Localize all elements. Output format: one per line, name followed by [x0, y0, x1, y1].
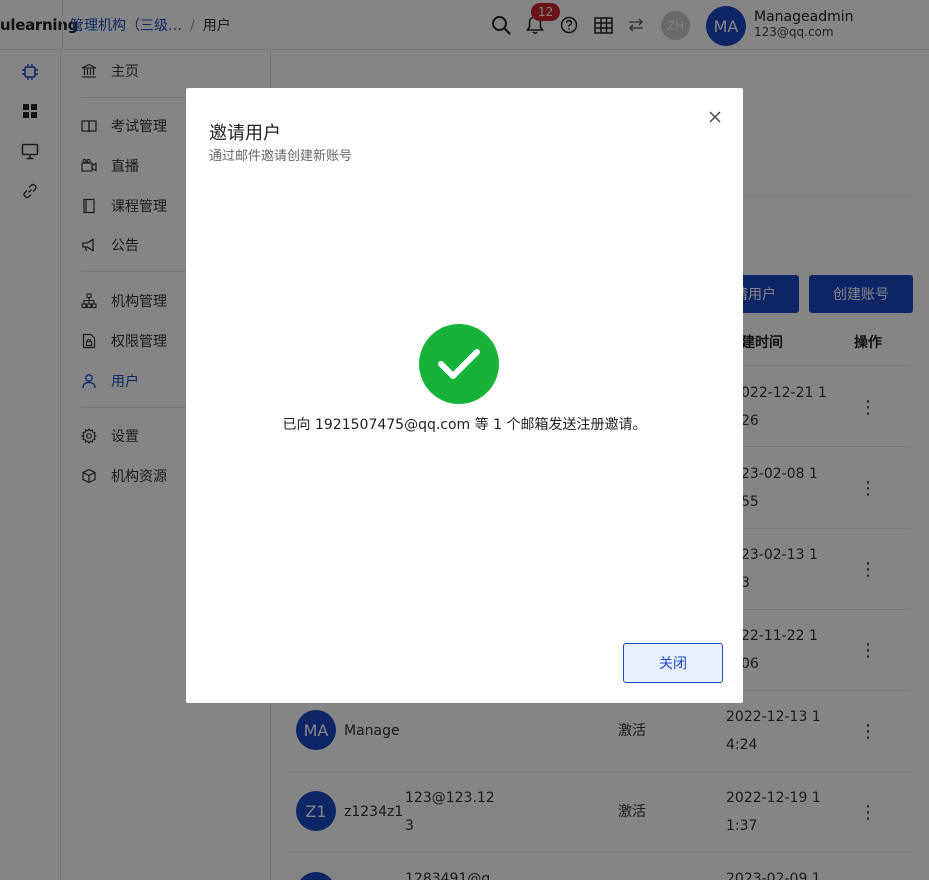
success-message: 已向 1921507475@qq.com 等 1 个邮箱发送注册邀请。	[282, 417, 647, 433]
modal-subtitle: 通过邮件邀请创建新账号	[209, 149, 353, 164]
invite-user-modal: 邀请用户 通过邮件邀请创建新账号 已向 1921507475@qq.com 等 …	[186, 88, 743, 703]
success-check-icon	[419, 324, 499, 404]
close-icon[interactable]	[706, 108, 724, 126]
close-button[interactable]: 关闭	[623, 643, 723, 683]
modal-title: 邀请用户	[209, 123, 281, 144]
